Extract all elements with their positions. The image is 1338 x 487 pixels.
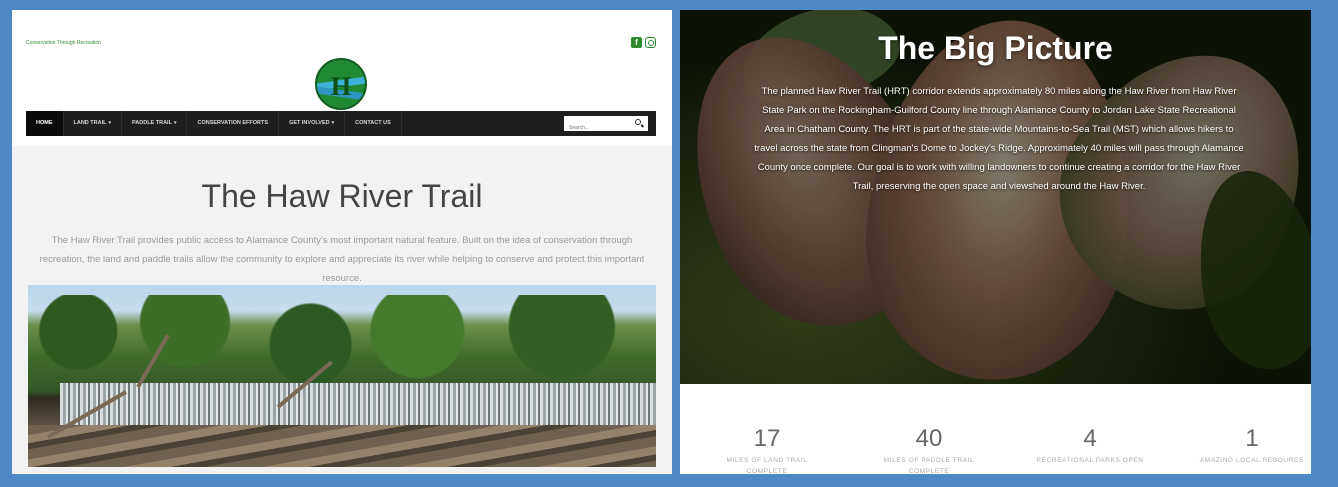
nav-item-label: CONTACT US bbox=[355, 120, 391, 126]
stat-land-trail: 17 MILES OF LAND TRAIL COMPLETE bbox=[707, 425, 827, 475]
stat-label-line: MILES OF PADDLE TRAIL bbox=[883, 457, 975, 464]
stats-row: 17 MILES OF LAND TRAIL COMPLETE 40 MILES… bbox=[680, 384, 1311, 474]
stat-label: MILES OF PADDLE TRAIL COMPLETE bbox=[869, 455, 989, 474]
stat-value: 4 bbox=[1083, 425, 1097, 452]
site-logo[interactable]: H bbox=[315, 58, 367, 110]
page-description: The Haw River Trail provides public acce… bbox=[39, 235, 645, 284]
nav-item-label: HOME bbox=[36, 120, 53, 126]
search-input[interactable] bbox=[564, 120, 624, 136]
nav-item-paddle-trail[interactable]: PADDLE TRAIL ▾ bbox=[122, 111, 188, 136]
search-icon[interactable] bbox=[635, 119, 641, 125]
big-picture-panel: The Big Picture The planned Haw River Tr… bbox=[680, 10, 1311, 474]
stat-label-line: MILES OF LAND TRAIL bbox=[726, 457, 808, 464]
stat-label-line: COMPLETE bbox=[746, 468, 788, 474]
nav-item-land-trail[interactable]: LAND TRAIL ▾ bbox=[64, 111, 123, 136]
nav-item-conservation-efforts[interactable]: CONSERVATION EFFORTS bbox=[187, 111, 280, 136]
stat-value: 17 bbox=[753, 425, 781, 452]
photo-falls bbox=[60, 383, 656, 431]
stat-value: 1 bbox=[1245, 425, 1259, 452]
stat-label-line: RECREATIONAL PARKS OPEN bbox=[1036, 457, 1144, 464]
photo-rocks bbox=[28, 425, 656, 467]
instagram-icon[interactable] bbox=[645, 37, 656, 48]
chevron-down-icon: ▾ bbox=[108, 120, 112, 126]
stat-value: 40 bbox=[915, 425, 943, 452]
stat-label-line: COMPLETE bbox=[908, 468, 950, 474]
search-box bbox=[564, 116, 648, 136]
site-tagline: Conservation Through Recreation bbox=[26, 40, 101, 46]
chevron-down-icon: ▾ bbox=[173, 120, 177, 126]
nav-item-home[interactable]: HOME bbox=[26, 111, 64, 136]
stat-label: AMAZING LOCAL RESOURCE bbox=[1192, 455, 1311, 466]
nav-item-label: PADDLE TRAIL bbox=[132, 120, 172, 126]
facebook-icon[interactable]: f bbox=[631, 37, 642, 48]
main-nav: HOME LAND TRAIL ▾ PADDLE TRAIL ▾ CONSERVAT… bbox=[26, 111, 656, 136]
nav-item-label: GET INVOLVED bbox=[289, 120, 330, 126]
section-text: The planned Haw River Trail (HRT) corrid… bbox=[754, 86, 1244, 192]
homepage-panel: Conservation Through Recreation f H HOME… bbox=[12, 10, 672, 474]
stat-label: MILES OF LAND TRAIL COMPLETE bbox=[707, 455, 827, 474]
stat-paddle-trail: 40 MILES OF PADDLE TRAIL COMPLETE bbox=[869, 425, 989, 475]
section-title: The Big Picture bbox=[878, 30, 1113, 66]
page-title: The Haw River Trail bbox=[201, 178, 483, 214]
photo-trees bbox=[28, 295, 656, 385]
logo-icon: H bbox=[330, 72, 352, 101]
stat-label: RECREATIONAL PARKS OPEN bbox=[1030, 455, 1150, 466]
nav-item-get-involved[interactable]: GET INVOLVED ▾ bbox=[279, 111, 346, 136]
stat-label-line: AMAZING LOCAL RESOURCE bbox=[1199, 457, 1305, 464]
nav-item-label: LAND TRAIL bbox=[73, 120, 107, 126]
social-links: f bbox=[631, 37, 656, 48]
stat-parks: 4 RECREATIONAL PARKS OPEN bbox=[1030, 426, 1150, 466]
dam-waterfall-photo bbox=[28, 285, 656, 467]
chevron-down-icon: ▾ bbox=[331, 120, 335, 126]
stat-resource: 1 AMAZING LOCAL RESOURCE bbox=[1192, 426, 1311, 466]
nav-item-contact-us[interactable]: CONTACT US bbox=[345, 111, 402, 136]
nav-item-label: CONSERVATION EFFORTS bbox=[197, 120, 269, 126]
